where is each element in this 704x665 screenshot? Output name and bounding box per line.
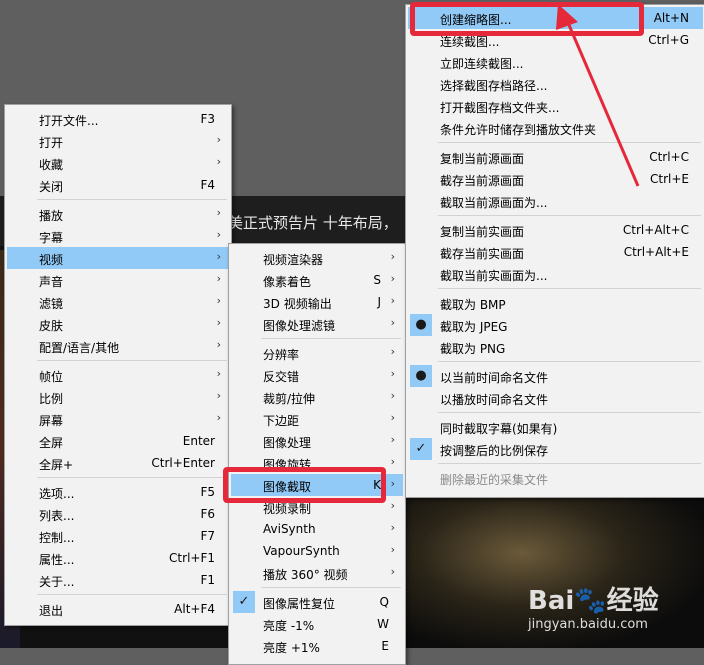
watermark-logo: Bai🐾经验 — [528, 586, 659, 616]
baidu-watermark: Bai🐾经验 jingyan.baidu.com — [528, 580, 659, 632]
annotation-arrow — [556, 4, 640, 187]
watermark-url: jingyan.baidu.com — [528, 617, 648, 632]
